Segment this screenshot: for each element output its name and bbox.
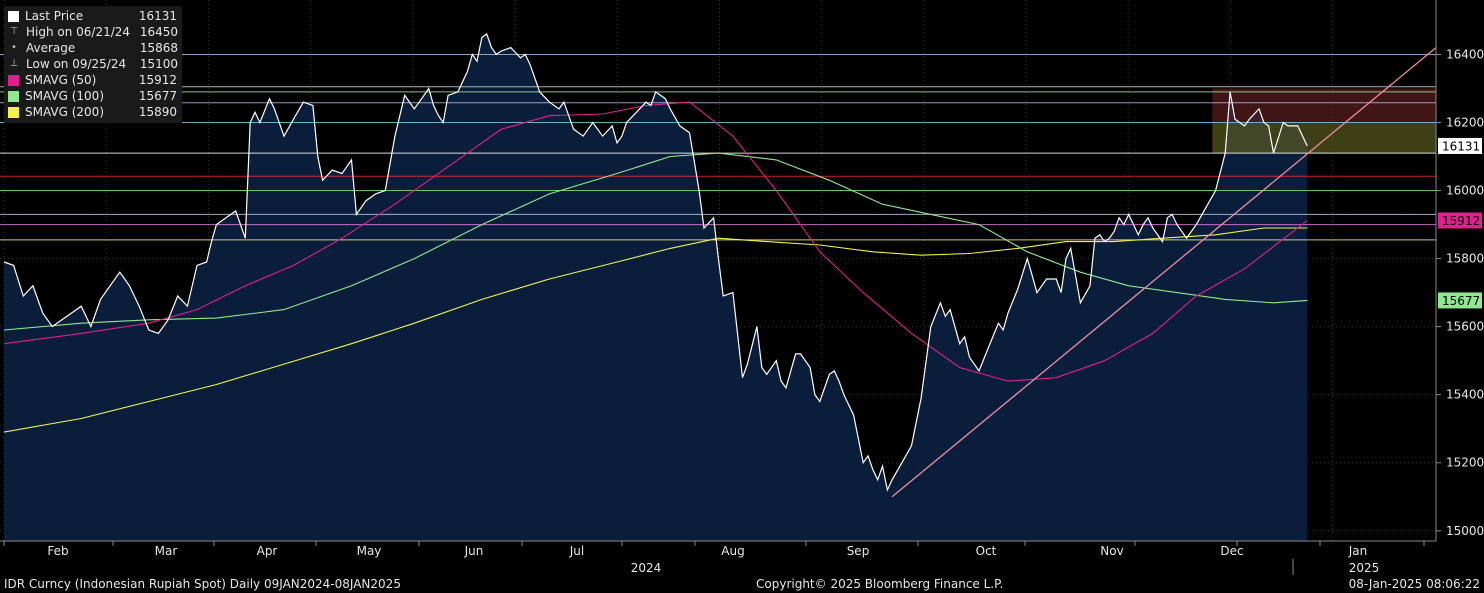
y-tick-label: 15600 [1446,320,1484,334]
legend-marker-icon: ⊤ [9,26,19,37]
legend-item-label: SMAVG (50) [25,73,97,87]
x-tick-label: Jun [464,544,484,558]
legend-item-value: 15890 [138,105,177,119]
x-tick-label: Oct [976,544,997,558]
legend-marker-icon [8,106,19,118]
y-tick-label: 15400 [1446,388,1484,402]
x-tick-label: Mar [155,544,178,558]
legend-item-value: 16450 [139,25,178,39]
legend-item-label: SMAVG (100) [25,89,105,103]
range-box [1212,122,1436,154]
legend-item: ⊥ Low on 09/25/24 15100 [8,56,178,72]
y-tick-label: 15200 [1446,456,1484,470]
legend-item-label: Last Price [25,9,84,23]
x-tick-label: May [357,544,382,558]
legend-item-value: 15912 [138,73,177,87]
legend-item: Last Price 16131 [8,8,178,24]
footer-instrument: IDR Curncy (Indonesian Rupiah Spot) Dail… [4,577,401,591]
x-tick-label: Dec [1220,544,1243,558]
y-tick-label: 15800 [1446,252,1484,266]
x-tick-label: Feb [47,544,68,558]
legend-item-label: High on 06/21/24 [26,25,131,39]
y-tick-label: 16200 [1446,115,1484,129]
x-tick-label: Jul [569,544,584,558]
x-year-label: 2025 [1349,561,1380,575]
x-tick-label: Sep [847,544,870,558]
footer-timestamp: 08-Jan-2025 08:06:22 [1348,577,1480,591]
legend-marker-icon [8,90,19,102]
legend-item-value: 16131 [138,9,177,23]
legend-item-value: 15677 [138,89,177,103]
sma50-tag: 15912 [1442,214,1480,228]
legend-marker-icon [8,74,19,86]
last-price-tag: 16131 [1442,139,1480,153]
legend-item-label: Low on 09/25/24 [26,57,127,71]
x-tick-label: Aug [721,544,744,558]
y-tick-label: 16400 [1446,47,1484,61]
legend-item: SMAVG (50) 15912 [8,72,178,88]
x-tick-label: Apr [257,544,278,558]
y-tick-label: 16000 [1446,184,1484,198]
x-tick-label: Jan [1348,544,1368,558]
price-area [4,34,1308,542]
legend-marker-icon [8,10,19,22]
legend-item-label: Average [26,41,76,55]
legend-item: • Average 15868 [8,40,178,56]
footer-copyright: Copyright© 2025 Bloomberg Finance L.P. [756,577,1004,591]
range-box [1212,88,1436,123]
legend-item-label: SMAVG (200) [25,105,105,119]
y-tick-label: 15000 [1446,524,1484,538]
x-tick-label: Nov [1100,544,1123,558]
legend-marker-icon: • [11,42,17,53]
legend-marker-icon: ⊥ [9,58,19,69]
chart: 15000 15200 15400 15600 15800 16000 16200 16400… [0,0,1484,575]
sma100-tag: 15677 [1442,294,1480,308]
legend-item: ⊤ High on 06/21/24 16450 [8,24,178,40]
legend-item: SMAVG (100) 15677 [8,88,178,104]
legend: Last Price 16131 ⊤ High on 06/21/24 16450 • Av… [4,6,182,123]
legend-item: SMAVG (200) 15890 [8,104,178,120]
x-year-label: 2024 [631,561,662,575]
legend-item-value: 15868 [139,41,178,55]
legend-item-value: 15100 [139,57,178,71]
